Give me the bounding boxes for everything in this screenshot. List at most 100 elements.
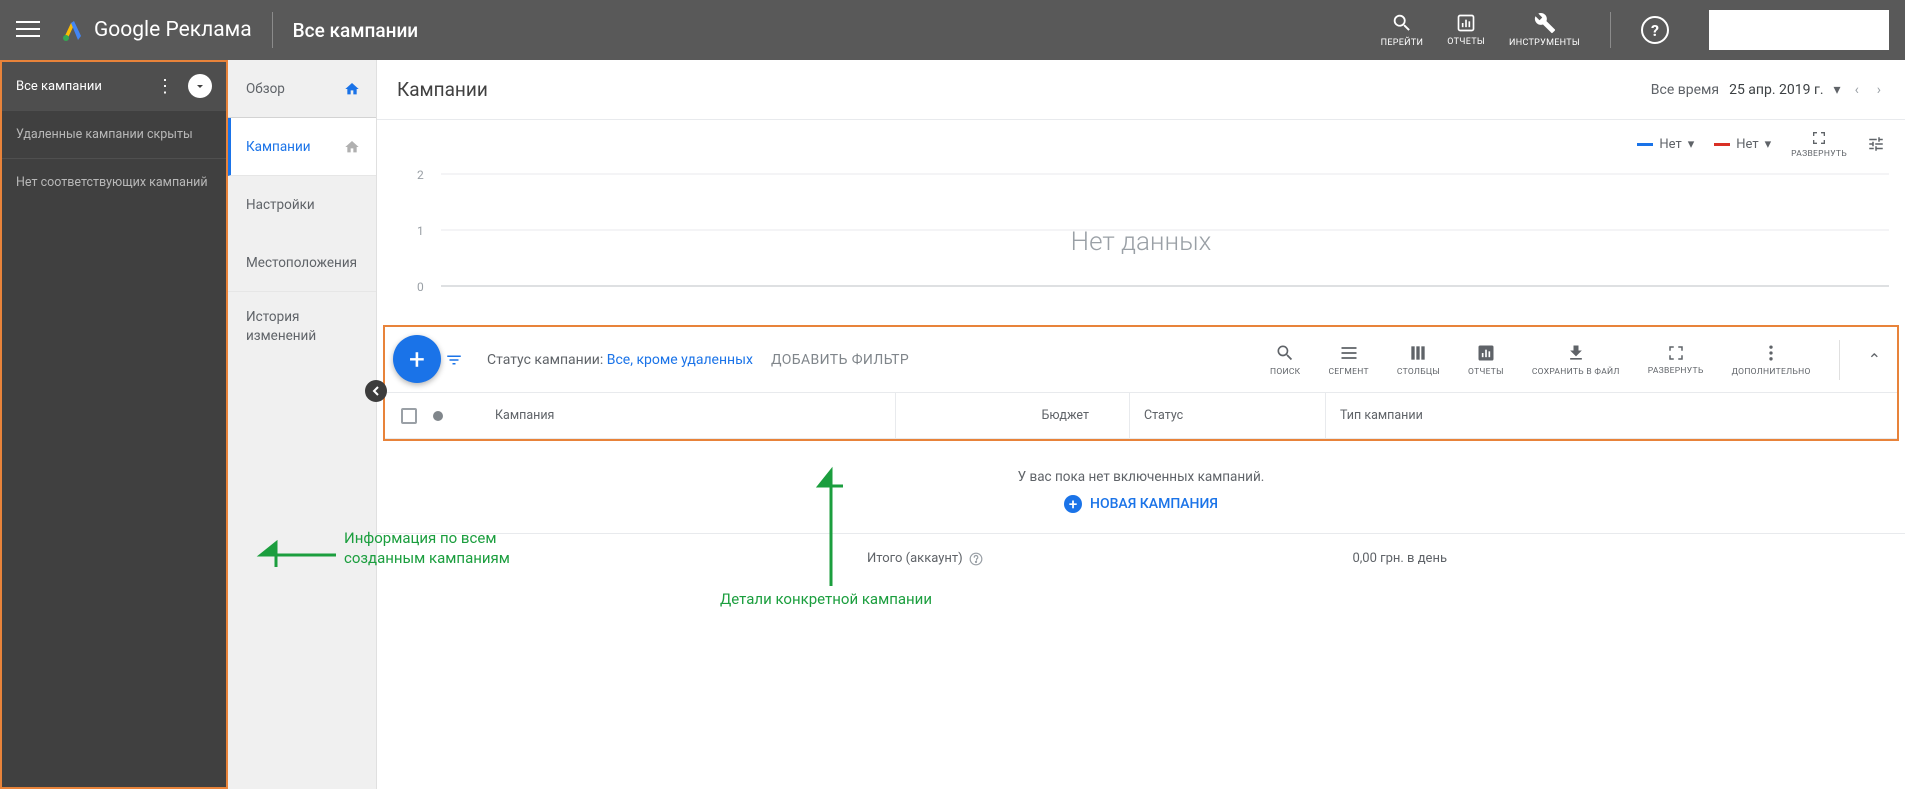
select-all-checkbox[interactable] xyxy=(401,408,417,424)
y-tick-2: 2 xyxy=(417,168,424,182)
expand-icon xyxy=(1667,344,1685,362)
segment-action[interactable]: СЕГМЕНТ xyxy=(1328,343,1368,377)
nav-overview[interactable]: Обзор xyxy=(228,60,376,118)
add-filter-button[interactable]: ДОБАВИТЬ ФИЛЬТР xyxy=(771,352,909,368)
summary-budget: 0,00 грн. в день xyxy=(953,551,1489,566)
home-icon xyxy=(344,81,360,97)
plus-icon: + xyxy=(1064,495,1082,513)
annotation-arrow-center xyxy=(811,466,851,586)
app-header: Google Реклама Все кампании ПЕРЕЙТИ ОТЧЕ… xyxy=(0,0,1905,60)
expand-table-action[interactable]: РАЗВЕРНУТЬ xyxy=(1648,344,1704,376)
annotation-arrow-left xyxy=(256,535,336,575)
chart-icon xyxy=(1476,343,1496,363)
chevron-left-icon xyxy=(371,386,381,396)
add-campaign-fab[interactable]: + xyxy=(393,335,441,383)
annotation-center-text: Детали конкретной кампании xyxy=(720,590,932,608)
more-vert-icon xyxy=(1761,343,1781,363)
main-content: Кампании Все время 25 апр. 2019 г. ▾ ‹ ›… xyxy=(377,60,1905,789)
empty-state: У вас пока нет включенных кампаний. + НО… xyxy=(377,447,1905,523)
chart-no-data: Нет данных xyxy=(1071,227,1212,257)
nav-campaigns[interactable]: Кампании xyxy=(228,118,376,176)
download-action[interactable]: СОХРАНИТЬ В ФАЙЛ xyxy=(1532,343,1620,377)
header-divider-2 xyxy=(1610,12,1611,48)
menu-icon[interactable] xyxy=(16,21,40,39)
next-period-button[interactable]: › xyxy=(1873,82,1885,98)
status-indicator xyxy=(433,411,443,421)
col-campaign[interactable]: Кампания xyxy=(455,408,895,423)
go-button[interactable]: ПЕРЕЙТИ xyxy=(1381,12,1424,48)
separator xyxy=(1839,340,1840,380)
y-tick-0: 0 xyxy=(417,280,424,294)
main-title: Кампании xyxy=(397,78,1651,101)
campaigns-tree-panel: Все кампании ⋮ Удаленные кампании скрыты… xyxy=(0,60,228,789)
metric-2-dropdown[interactable]: Нет ▾ xyxy=(1714,137,1771,152)
collapse-toggle[interactable] xyxy=(188,74,212,98)
collapse-nav-button[interactable] xyxy=(365,380,387,402)
segment-icon xyxy=(1339,343,1359,363)
nav-settings[interactable]: Настройки xyxy=(228,176,376,234)
bar-chart-icon xyxy=(1456,13,1476,33)
new-campaign-button[interactable]: + НОВАЯ КАМПАНИЯ xyxy=(1064,495,1218,513)
chevron-down-icon: ▾ xyxy=(1765,137,1772,152)
date-range-picker[interactable]: Все время 25 апр. 2019 г. ▾ ‹ › xyxy=(1651,82,1885,98)
collapse-arrow[interactable]: ⌃ xyxy=(1868,350,1881,369)
col-budget[interactable]: Бюджет xyxy=(895,393,1129,438)
sliders-icon xyxy=(1867,135,1885,153)
expand-icon xyxy=(1811,130,1827,146)
metric-1-dropdown[interactable]: Нет ▾ xyxy=(1637,137,1694,152)
user-account-box[interactable] xyxy=(1709,10,1889,50)
search-action[interactable]: ПОИСК xyxy=(1270,343,1300,377)
secondary-nav: Обзор Кампании Настройки Местоположения … xyxy=(228,60,377,789)
wrench-icon xyxy=(1534,12,1556,34)
logo[interactable]: Google Реклама xyxy=(60,18,252,42)
metric-2-color xyxy=(1714,143,1730,146)
expand-chart-button[interactable]: РАЗВЕРНУТЬ xyxy=(1791,130,1847,159)
columns-icon xyxy=(1408,343,1428,363)
empty-message: У вас пока нет включенных кампаний. xyxy=(377,469,1905,485)
chevron-down-icon: ▾ xyxy=(1688,137,1695,152)
table-reports-action[interactable]: ОТЧЕТЫ xyxy=(1468,343,1504,377)
filter-icon[interactable] xyxy=(445,351,463,369)
no-matching-note: Нет соответствующих кампаний xyxy=(2,158,226,206)
chart-area: 2 1 0 Нет данных xyxy=(377,164,1905,319)
table-header-row: Кампания Бюджет Статус Тип кампании xyxy=(385,393,1897,439)
metric-1-color xyxy=(1637,143,1653,146)
main-header: Кампании Все время 25 апр. 2019 г. ▾ ‹ › xyxy=(377,60,1905,120)
y-tick-1: 1 xyxy=(417,224,424,238)
brand-text: Google Реклама xyxy=(94,18,252,42)
select-all-cell xyxy=(401,408,455,424)
header-divider xyxy=(272,12,273,48)
annotation-left-text: Информация по всем созданным кампаниям xyxy=(344,528,554,569)
page-title: Все кампании xyxy=(293,19,418,42)
download-icon xyxy=(1566,343,1586,363)
more-icon[interactable]: ⋮ xyxy=(156,76,174,97)
prev-period-button[interactable]: ‹ xyxy=(1851,82,1863,98)
home-icon-grey xyxy=(344,139,360,155)
logo-icon xyxy=(60,18,84,42)
filter-toolbar: Статус кампании: Все, кроме удаленных ДО… xyxy=(385,327,1897,393)
nav-locations[interactable]: Местоположения xyxy=(228,234,376,292)
col-status[interactable]: Статус xyxy=(1129,393,1325,438)
help-button[interactable]: ? xyxy=(1641,16,1669,44)
reports-button[interactable]: ОТЧЕТЫ xyxy=(1447,13,1485,47)
chevron-down-icon: ▾ xyxy=(1834,82,1841,98)
hidden-deleted-note: Удаленные кампании скрыты xyxy=(2,110,226,158)
tree-title[interactable]: Все кампании xyxy=(16,79,156,94)
columns-action[interactable]: СТОЛБЦЫ xyxy=(1397,343,1440,377)
chart-toolbar: Нет ▾ Нет ▾ РАЗВЕРНУТЬ xyxy=(377,124,1905,164)
filter-chip[interactable]: Статус кампании: Все, кроме удаленных xyxy=(487,352,753,368)
tools-button[interactable]: ИНСТРУМЕНТЫ xyxy=(1509,12,1580,48)
campaigns-table-area: + Статус кампании: Все, кроме удаленных … xyxy=(383,325,1899,441)
search-icon xyxy=(1391,12,1413,34)
nav-history[interactable]: История изменений xyxy=(228,292,376,362)
header-left: Google Реклама Все кампании xyxy=(16,12,1381,48)
table-actions: ПОИСК СЕГМЕНТ СТОЛБЦЫ ОТЧЕТЫ СОХРАНИТЬ В… xyxy=(1270,340,1881,380)
main-container: Все кампании ⋮ Удаленные кампании скрыты… xyxy=(0,60,1905,789)
summary-row: Итого (аккаунт) 0,00 грн. в день xyxy=(377,533,1905,583)
col-type[interactable]: Тип кампании xyxy=(1325,393,1881,438)
tree-header: Все кампании ⋮ xyxy=(2,62,226,110)
more-action[interactable]: ДОПОЛНИТЕЛЬНО xyxy=(1732,343,1811,377)
search-icon xyxy=(1275,343,1295,363)
chart-settings-button[interactable] xyxy=(1867,135,1885,153)
header-right: ПЕРЕЙТИ ОТЧЕТЫ ИНСТРУМЕНТЫ ? xyxy=(1381,10,1889,50)
